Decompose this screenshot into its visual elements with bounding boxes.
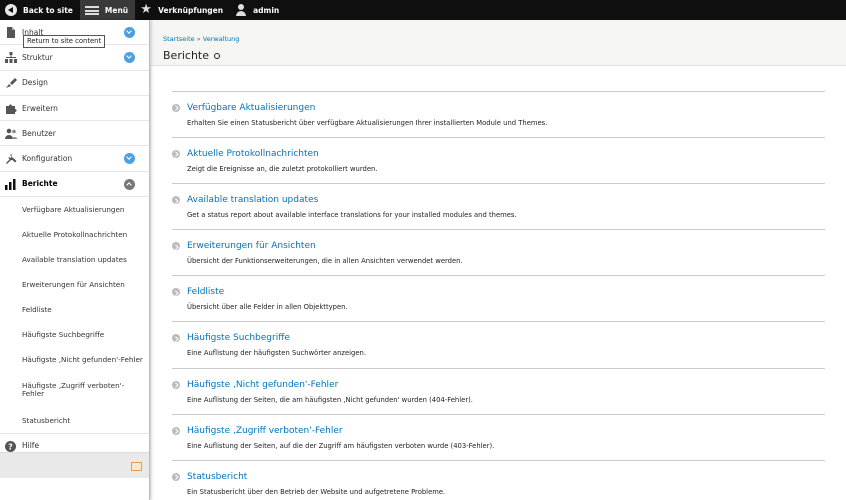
sidebar-footer: [0, 452, 149, 478]
user-tab-label: admin: [253, 5, 280, 15]
help-icon: ?: [5, 441, 16, 453]
report-description: Erhalten Sie einen Statusbericht über ve…: [187, 119, 548, 127]
list-item: Häufigste ‚Zugriff verboten'-Fehler Eine…: [172, 413, 825, 460]
chevron-right-icon: [172, 380, 180, 389]
sidebar-item-label: Erweitern: [22, 103, 58, 113]
sidebar-subitem[interactable]: Häufigste ‚Nicht gefunden'-Fehler: [0, 347, 149, 372]
report-link[interactable]: Häufigste ‚Zugriff verboten'-Fehler: [187, 426, 343, 436]
sidebar-item-erweitern[interactable]: Erweitern: [0, 96, 149, 122]
shortcuts-tab-label: Verknüpfungen: [158, 5, 224, 15]
report-description: Zeigt die Ereignisse an, die zuletzt pro…: [187, 165, 378, 174]
user-tab[interactable]: admin: [230, 0, 286, 20]
report-description: Eine Auflistung der häufigsten Suchwörte…: [187, 349, 366, 358]
list-item: Statusbericht Ein Statusbericht über den…: [172, 459, 825, 500]
menu-tab[interactable]: Menü: [79, 0, 136, 20]
sidebar-item-benutzer[interactable]: Benutzer: [0, 121, 149, 147]
sidebar-subitem[interactable]: Verfügbare Aktualisierungen: [0, 197, 149, 222]
list-item: Feldliste Übersicht über alle Felder in …: [172, 275, 825, 321]
sidebar-subitem[interactable]: Häufigste ‚Zugriff verboten'-Fehler: [0, 372, 125, 408]
sidebar-submenu: Verfügbare Aktualisierungen Aktuelle Pro…: [0, 197, 149, 433]
list-item: Erweiterungen für Ansichten Übersicht de…: [172, 229, 825, 275]
list-item: Häufigste Suchbegriffe Eine Auflistung d…: [172, 321, 825, 367]
report-description: Get a status report about available inte…: [187, 211, 517, 220]
sidebar-subitem[interactable]: Aktuelle Protokollnachrichten: [0, 222, 149, 247]
chevron-right-icon: [172, 288, 180, 297]
sidebar-item-label: Konfiguration: [22, 154, 73, 164]
sidebar-item-berichte[interactable]: Berichte: [0, 172, 149, 198]
sidebar-item-design[interactable]: Design: [0, 71, 149, 96]
shortcuts-tab[interactable]: ★ Verknüpfungen: [135, 0, 230, 20]
chevron-right-icon: [172, 104, 180, 112]
report-link[interactable]: Statusbericht: [187, 472, 247, 482]
file-icon: [7, 27, 15, 38]
sidebar-item-label: Design: [22, 78, 48, 88]
menu-tab-label: Menü: [104, 5, 129, 15]
page-title: Berichte: [163, 49, 220, 62]
report-link[interactable]: Häufigste Suchbegriffe: [187, 333, 290, 343]
report-link[interactable]: Erweiterungen für Ansichten: [187, 241, 316, 251]
svg-text:?: ?: [8, 443, 13, 452]
chevron-down-icon[interactable]: [124, 153, 135, 165]
list-item: Available translation updates Get a stat…: [172, 183, 825, 229]
report-link[interactable]: Verfügbare Aktualisierungen: [187, 103, 315, 113]
report-link[interactable]: Feldliste: [187, 287, 224, 297]
list-item: Verfügbare Aktualisierungen Erhalten Sie…: [172, 91, 825, 137]
sidebar-item-label: Hilfe: [22, 441, 40, 451]
chevron-up-icon[interactable]: [124, 178, 135, 190]
back-to-site-button[interactable]: Back to site: [0, 0, 80, 20]
sidebar-subitem[interactable]: Häufigste Suchbegriffe: [0, 322, 149, 347]
chevron-right-icon: [172, 242, 180, 251]
chevron-right-icon: [172, 426, 180, 435]
user-icon: [235, 4, 247, 16]
chevron-right-icon: [172, 334, 180, 343]
list-item: Häufigste ‚Nicht gefunden'-Fehler Eine A…: [172, 367, 825, 414]
sidebar-subitem[interactable]: Feldliste: [0, 297, 149, 322]
sidebar-item-label: Berichte: [22, 179, 58, 189]
report-link[interactable]: Aktuelle Protokollnachrichten: [187, 149, 319, 159]
report-list: Verfügbare Aktualisierungen Erhalten Sie…: [172, 91, 825, 500]
report-link[interactable]: Available translation updates: [187, 195, 318, 205]
report-description: Eine Auflistung der Seiten, auf die der …: [187, 441, 495, 450]
list-item: Aktuelle Protokollnachrichten Zeigt die …: [172, 137, 825, 183]
add-shortcut-icon[interactable]: [214, 52, 220, 59]
sidebar-item-struktur[interactable]: Struktur: [0, 45, 149, 71]
report-description: Ein Statusbericht über den Betrieb der W…: [187, 487, 446, 496]
chevron-down-icon[interactable]: [124, 27, 135, 38]
chevron-down-icon[interactable]: [124, 52, 135, 64]
admin-toolbar: Back to site Menü ★ Verknüpfungen admin: [0, 0, 846, 20]
sidebar-subitem[interactable]: Erweiterungen für Ansichten: [0, 272, 149, 297]
admin-sidebar: Inhalt Struktur Design Erweitern Benutze…: [0, 20, 150, 500]
chevron-right-icon: [172, 150, 180, 159]
back-to-site-label: Back to site: [23, 5, 73, 15]
sidebar-item-label: Struktur: [22, 52, 53, 62]
sitemap-icon: [5, 52, 17, 64]
wrench-icon: [6, 154, 17, 165]
page-title-text: Berichte: [163, 49, 209, 62]
sidebar-item-konfiguration[interactable]: Konfiguration: [0, 146, 149, 172]
orientation-toggle-icon[interactable]: [131, 462, 142, 471]
star-icon: ★: [140, 2, 152, 17]
report-description: Übersicht der Funktionserweiterungen, di…: [187, 257, 463, 266]
bar-chart-icon: [5, 178, 16, 190]
report-link[interactable]: Häufigste ‚Nicht gefunden'-Fehler: [187, 380, 338, 390]
breadcrumb-home-link[interactable]: Startseite: [163, 35, 195, 43]
report-description: Übersicht über alle Felder in allen Obje…: [187, 303, 348, 312]
arrow-left-icon: [5, 4, 17, 16]
report-description: Eine Auflistung der Seiten, die am häufi…: [187, 395, 473, 404]
chevron-right-icon: [172, 196, 180, 205]
brush-icon: [6, 77, 17, 88]
chevron-right-icon: [172, 472, 180, 481]
page-header: Startseite » Verwaltung Berichte: [151, 20, 846, 66]
sidebar-subitem[interactable]: Available translation updates: [0, 247, 149, 272]
sidebar-item-label: Benutzer: [22, 128, 56, 138]
hamburger-icon: [84, 4, 99, 16]
sidebar-subitem[interactable]: Statusbericht: [0, 408, 149, 433]
breadcrumb: Startseite » Verwaltung: [163, 35, 239, 43]
puzzle-icon: [6, 104, 17, 114]
breadcrumb-separator: »: [196, 35, 201, 43]
breadcrumb-admin-link[interactable]: Verwaltung: [203, 35, 240, 43]
people-icon: [5, 128, 17, 140]
tooltip: Return to site content: [23, 35, 106, 48]
